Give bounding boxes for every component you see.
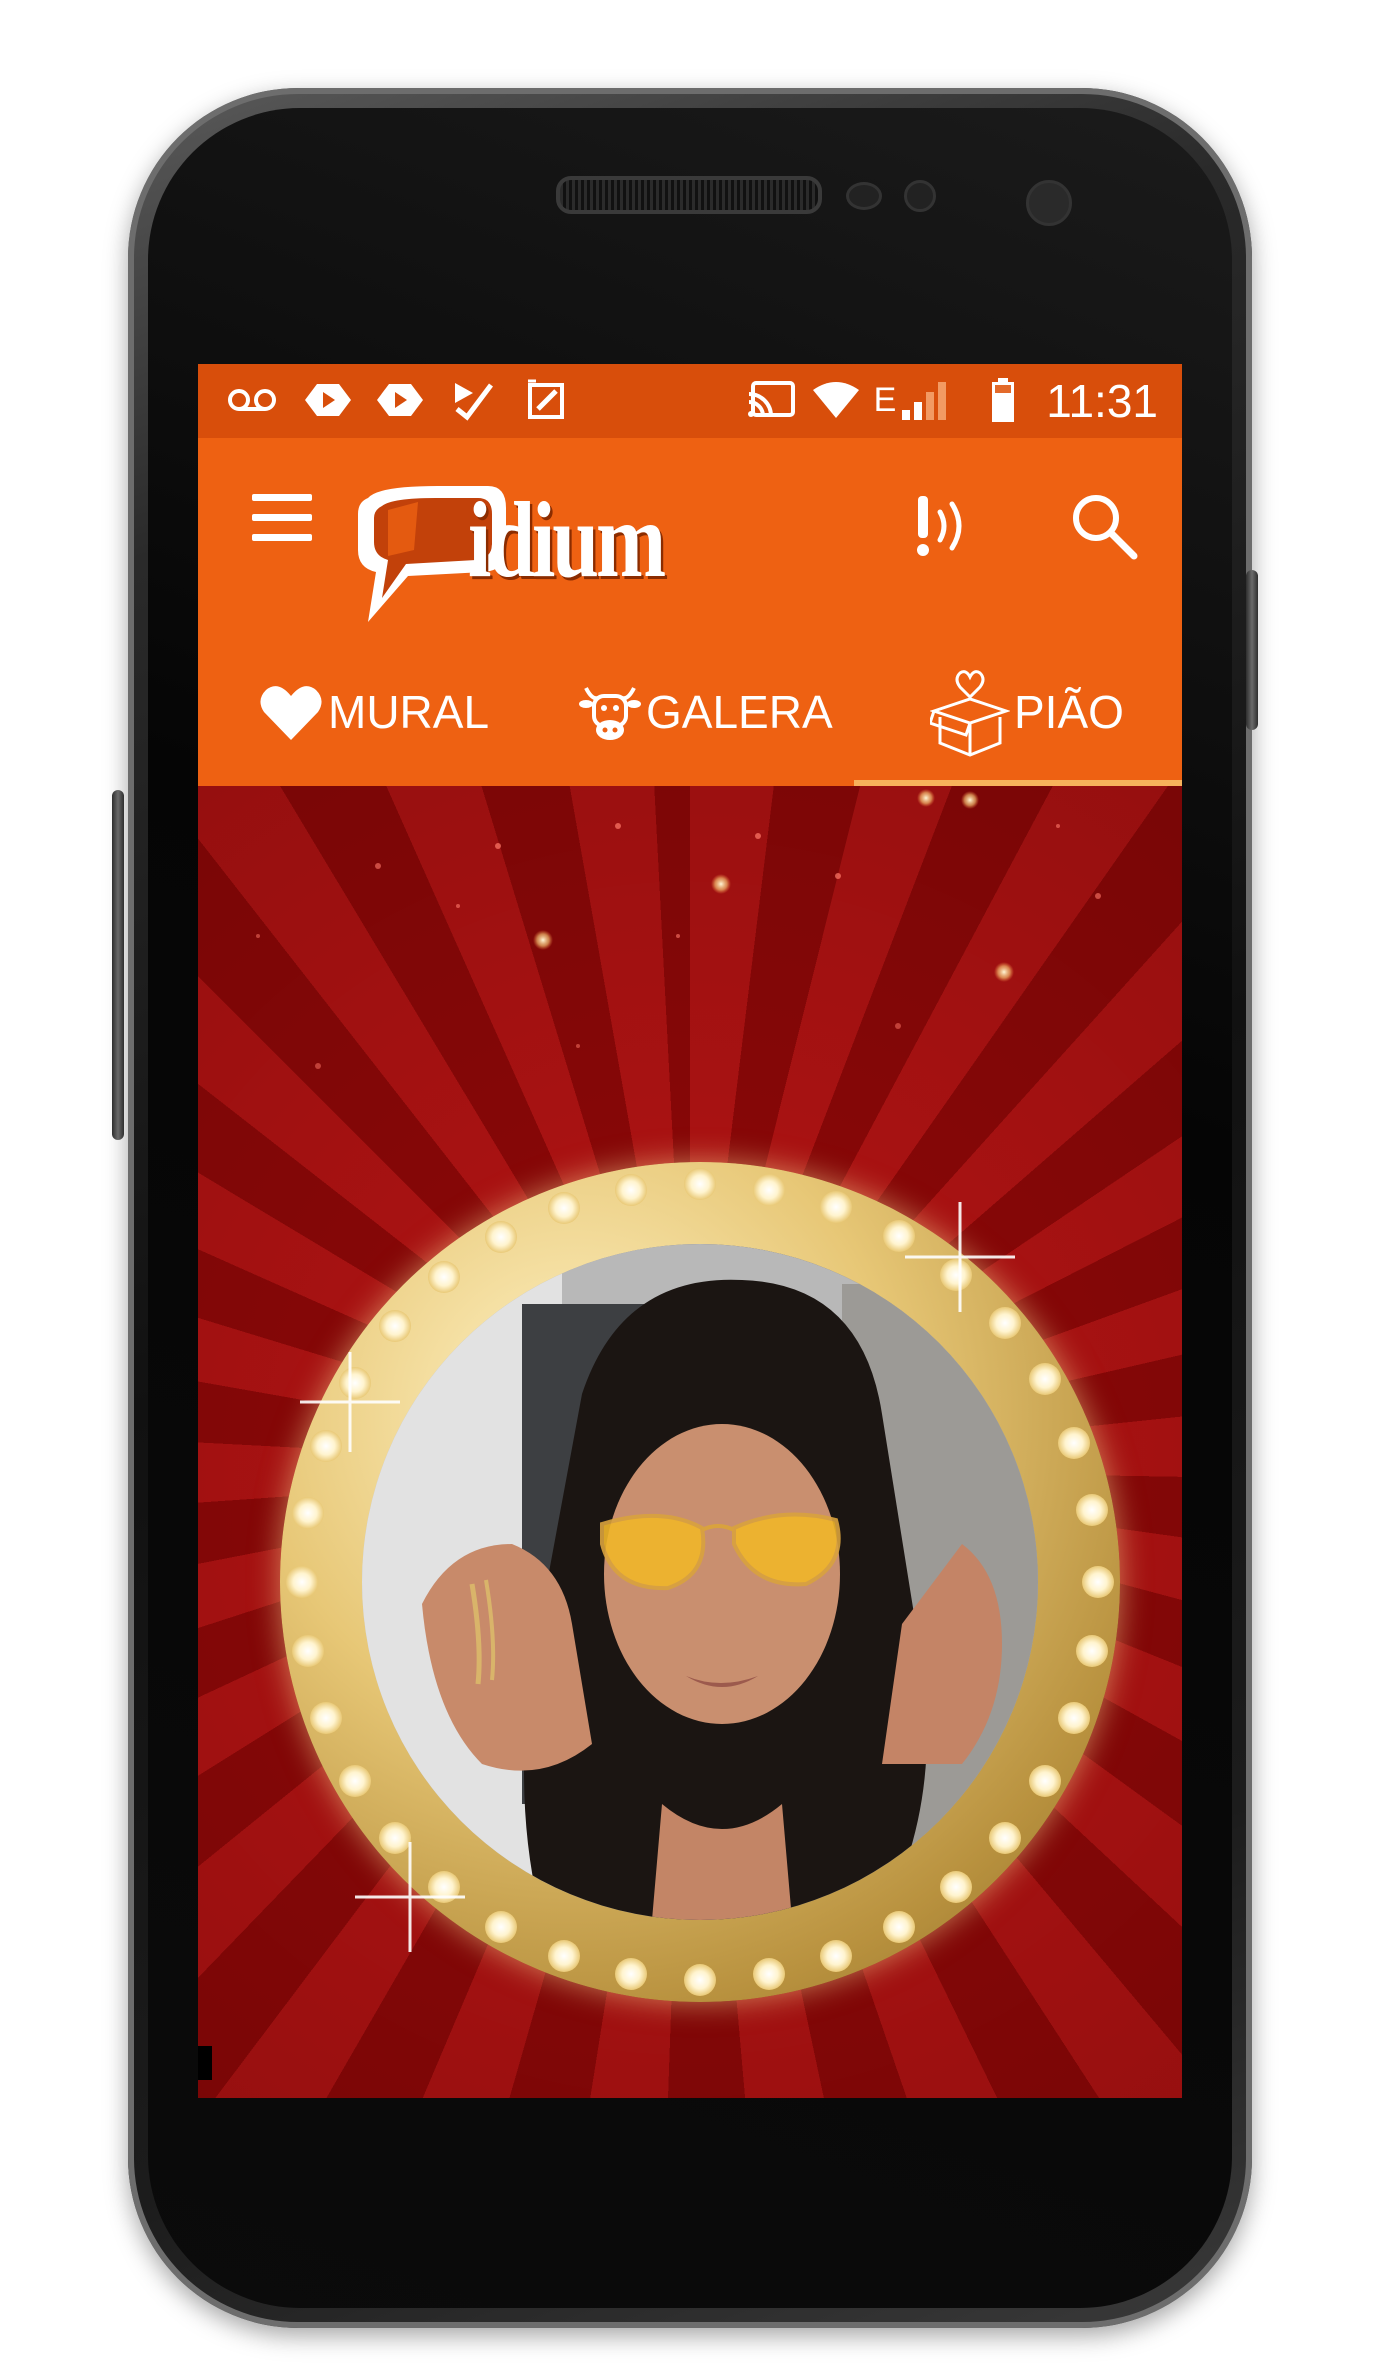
profile-photo[interactable] — [362, 1244, 1038, 1920]
earpiece-speaker — [556, 176, 822, 214]
pidium-logo: idium — [348, 480, 728, 622]
search-icon[interactable] — [1068, 490, 1140, 562]
light-sensor — [904, 180, 936, 212]
youtube-icon — [374, 378, 426, 422]
tab-mural-label: MURAL — [328, 686, 490, 738]
youtube-icon — [302, 378, 354, 422]
front-camera-icon — [1026, 180, 1072, 226]
sparkles-decoration — [256, 789, 1101, 1069]
gift-box-heart-icon — [930, 670, 1010, 757]
status-bar: E 11:31 — [198, 364, 1182, 438]
power-button — [1246, 570, 1258, 730]
heart-icon — [260, 686, 322, 740]
hamburger-menu-icon[interactable] — [252, 494, 312, 542]
cast-icon — [746, 378, 798, 422]
wifi-icon — [810, 378, 862, 422]
edge-artifact — [198, 2046, 212, 2080]
tab-bar: MURAL GALERA PIÃO — [198, 638, 1182, 786]
logo-wordmark: idium — [468, 481, 666, 600]
cow-icon — [579, 687, 641, 740]
signal-icon: E — [868, 378, 958, 422]
device-mockup: E 11:31 idium MURAL GALERA PIÃO — [0, 0, 1378, 2372]
image-edit-icon — [524, 378, 570, 422]
tab-galera[interactable]: GALERA — [578, 638, 833, 786]
tab-galera-label: GALERA — [646, 686, 833, 738]
voicemail-icon — [226, 378, 278, 422]
portrait-illustration — [362, 1244, 1038, 1920]
battery-icon — [988, 378, 1018, 422]
alert-sound-icon[interactable] — [912, 490, 972, 562]
app-toolbar: idium — [198, 438, 1182, 638]
piao-content — [198, 786, 1182, 2098]
app-screen: E 11:31 idium MURAL GALERA PIÃO — [198, 364, 1182, 2098]
tab-mural[interactable]: MURAL — [258, 638, 489, 786]
check-app-icon — [448, 378, 498, 422]
tab-piao-label: PIÃO — [1014, 686, 1124, 738]
proximity-sensor — [846, 182, 882, 210]
volume-button — [112, 790, 124, 1140]
network-type-label: E — [873, 381, 897, 419]
status-time: 11:31 — [1046, 375, 1158, 427]
tab-piao[interactable]: PIÃO — [930, 638, 1124, 786]
